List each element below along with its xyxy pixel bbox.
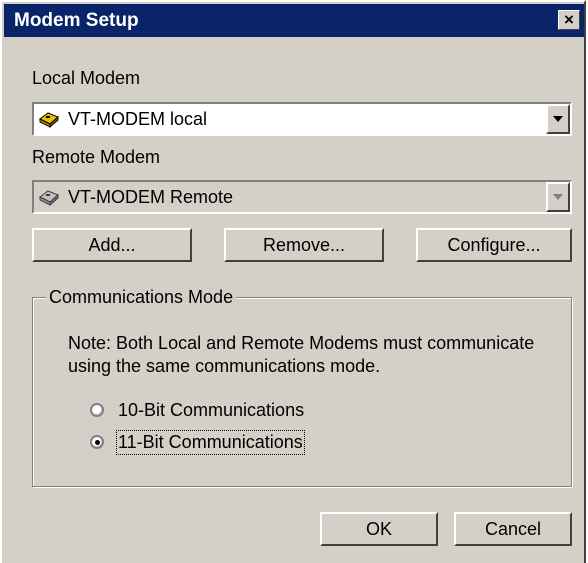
chevron-down-icon bbox=[553, 194, 563, 200]
ok-button[interactable]: OK bbox=[320, 512, 438, 546]
cancel-button[interactable]: Cancel bbox=[454, 512, 572, 546]
window-title: Modem Setup bbox=[14, 10, 139, 31]
modem-setup-dialog: Modem Setup × Local Modem VT-MODEM local… bbox=[0, 0, 586, 563]
configure-button[interactable]: Configure... bbox=[416, 228, 572, 262]
radio-selected-dot bbox=[95, 440, 100, 445]
radio-button-10-bit[interactable] bbox=[90, 403, 104, 417]
local-modem-value: VT-MODEM local bbox=[68, 109, 208, 129]
remote-modem-dropdown-button[interactable] bbox=[546, 182, 570, 212]
remote-modem-label: Remote Modem bbox=[32, 147, 161, 167]
modem-icon bbox=[38, 109, 60, 129]
communications-mode-group bbox=[32, 297, 572, 487]
add-button[interactable]: Add... bbox=[32, 228, 192, 262]
modem-icon bbox=[38, 187, 60, 207]
communications-mode-legend: Communications Mode bbox=[46, 287, 237, 308]
chevron-down-icon bbox=[553, 116, 563, 122]
remove-button[interactable]: Remove... bbox=[224, 228, 384, 262]
radio-label-11-bit: 11-Bit Communications bbox=[116, 430, 305, 455]
communications-note: Note: Both Local and Remote Modems must … bbox=[68, 333, 535, 376]
title-bar: Modem Setup × bbox=[4, 4, 584, 37]
radio-label-10-bit: 10-Bit Communications bbox=[118, 400, 305, 420]
remote-modem-select[interactable]: VT-MODEM Remote bbox=[32, 180, 572, 214]
radio-button-11-bit[interactable] bbox=[90, 435, 104, 449]
radio-option-11-bit[interactable]: 11-Bit Communications bbox=[90, 430, 320, 456]
local-modem-dropdown-button[interactable] bbox=[546, 104, 570, 134]
local-modem-select[interactable]: VT-MODEM local bbox=[32, 102, 572, 136]
local-modem-label: Local Modem bbox=[32, 68, 141, 88]
close-button[interactable]: × bbox=[558, 10, 580, 30]
radio-option-10-bit[interactable]: 10-Bit Communications bbox=[90, 400, 320, 424]
remote-modem-value: VT-MODEM Remote bbox=[68, 187, 234, 207]
